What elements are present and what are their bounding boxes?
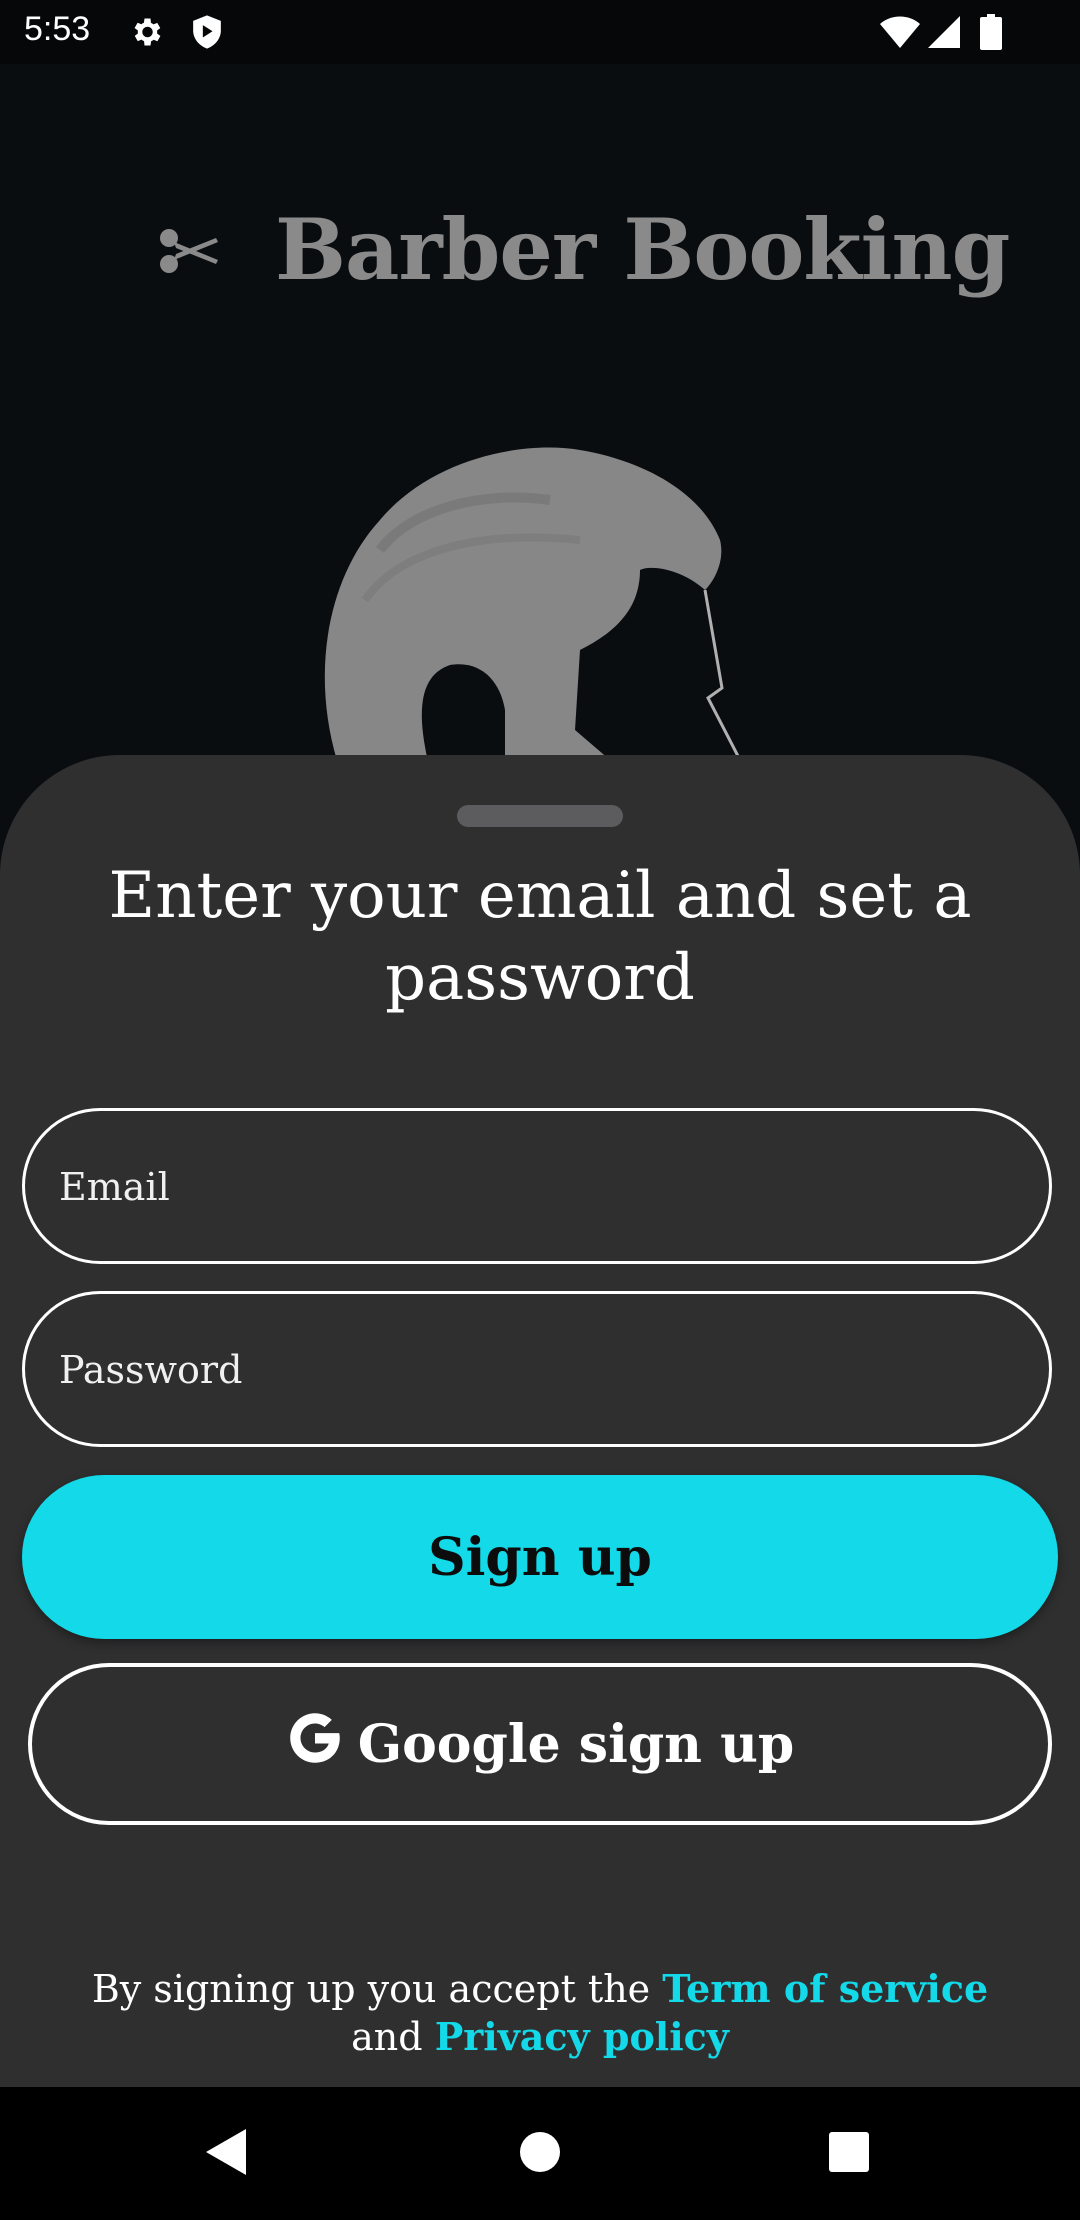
scissors-icon: [158, 226, 220, 280]
privacy-policy-link[interactable]: Privacy policy: [435, 2014, 729, 2059]
app-title: Barber Booking: [275, 200, 1010, 299]
brand-header: Barber Booking: [0, 190, 1080, 310]
terms-prefix: By signing up you accept the: [91, 1967, 651, 2011]
gear-icon: [128, 14, 164, 54]
home-icon[interactable]: [518, 2127, 562, 2181]
google-signup-label: Google sign up: [357, 1713, 795, 1775]
email-field[interactable]: [22, 1108, 1052, 1264]
signup-button[interactable]: Sign up: [22, 1475, 1058, 1639]
status-bar: 5:53: [0, 0, 1080, 64]
terms-and: and: [351, 2015, 423, 2059]
password-input[interactable]: [57, 1294, 1001, 1446]
terms-of-service-link[interactable]: Term of service: [662, 1966, 988, 2011]
battery-icon: [980, 14, 1002, 54]
password-field[interactable]: [22, 1291, 1052, 1447]
email-input[interactable]: [57, 1111, 1001, 1263]
terms-text: By signing up you accept the Term of ser…: [60, 1965, 1020, 2061]
signal-icon: [928, 16, 960, 52]
google-icon: [286, 1709, 344, 1780]
sheet-title: Enter your email and set a password: [108, 859, 972, 1015]
barber-head-illustration: [320, 440, 760, 770]
google-signup-button[interactable]: Google sign up: [28, 1663, 1052, 1825]
status-time: 5:53: [24, 10, 91, 48]
wifi-icon: [880, 16, 920, 52]
back-icon[interactable]: [204, 2127, 248, 2181]
navigation-bar: [0, 2087, 1080, 2220]
signup-sheet: Enter your email and set a password Sign…: [0, 755, 1080, 2087]
shield-icon: [190, 14, 224, 54]
recents-icon[interactable]: [828, 2131, 870, 2177]
drag-handle[interactable]: [457, 805, 623, 827]
